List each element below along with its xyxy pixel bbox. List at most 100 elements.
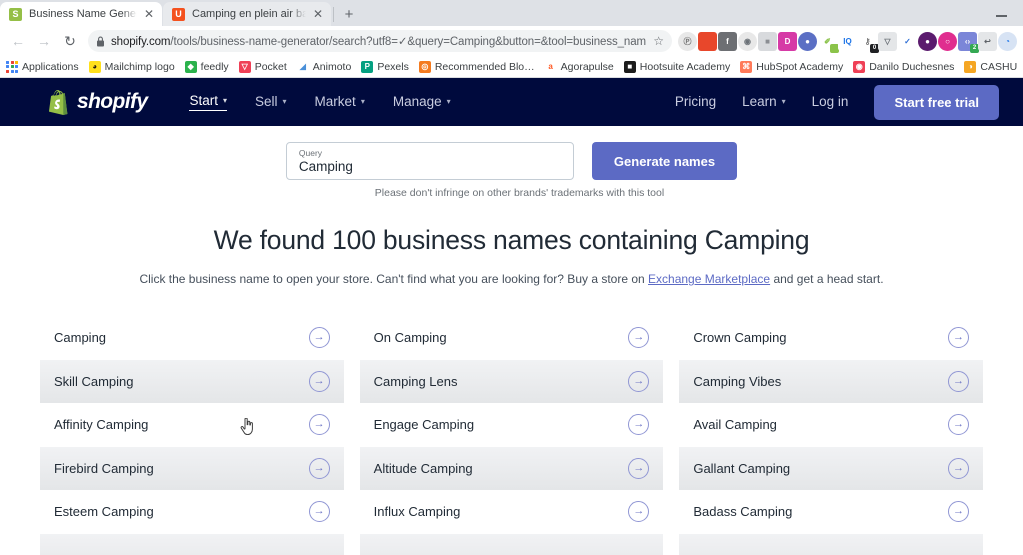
purple-extension[interactable]: ●: [918, 31, 937, 51]
pinterest-extension[interactable]: Ⓟ: [678, 31, 697, 51]
close-icon[interactable]: ✕: [144, 8, 154, 20]
business-name-row[interactable]: Gallant Camping →: [679, 446, 983, 490]
business-name-row-partial[interactable]: [359, 533, 664, 555]
bookmark-label: Danilo Duchesnes: [869, 60, 955, 73]
arrow-right-icon[interactable]: →: [308, 414, 330, 436]
bookmark-label: Recommended Blo…: [434, 60, 535, 73]
hootsuite-icon: ■: [623, 60, 636, 73]
arrow-right-icon[interactable]: →: [947, 370, 969, 392]
bookmark-item[interactable]: ◑ CASHU: [964, 60, 1017, 73]
business-name-row[interactable]: Badass Camping →: [679, 490, 983, 534]
bookmarks-bar: Applications ◕ Mailchimp logo ◆ feedly ▽ Pocke…: [0, 56, 1023, 78]
tab-title: Camping en plein air batterie de: [192, 8, 306, 20]
iq-extension[interactable]: IQ: [838, 31, 857, 51]
nav-item-learn[interactable]: Learn ▾: [742, 94, 786, 111]
start-free-trial-button[interactable]: Start free trial: [874, 84, 999, 120]
arrow-right-icon[interactable]: →: [308, 327, 330, 349]
facebook-extension[interactable]: f: [718, 31, 737, 51]
search-blue-extension[interactable]: ◔: [998, 31, 1017, 51]
nav-item-manage[interactable]: Manage ▾: [393, 94, 451, 111]
generate-names-button[interactable]: Generate names: [591, 142, 738, 180]
business-name-row-partial[interactable]: [40, 533, 344, 555]
business-name-row[interactable]: Firebird Camping →: [40, 446, 344, 490]
circle-extension[interactable]: ◉: [738, 31, 757, 51]
code-extension[interactable]: ‹› 2: [958, 31, 979, 53]
minimize-button[interactable]: [979, 0, 1023, 26]
nav-link-label: Manage: [392, 93, 442, 109]
nav-link-label: Market: [314, 93, 356, 109]
nav-item-market[interactable]: Market ▾: [315, 94, 365, 111]
exchange-marketplace-link[interactable]: Exchange Marketplace: [648, 272, 770, 286]
forward-button[interactable]: →: [32, 29, 56, 53]
business-name-row[interactable]: Affinity Camping →: [40, 403, 344, 447]
business-name-row[interactable]: Altitude Camping →: [359, 446, 664, 490]
close-icon[interactable]: ✕: [313, 8, 323, 20]
avatar-extension[interactable]: ●: [798, 31, 817, 51]
arrow-right-icon[interactable]: →: [628, 370, 650, 392]
arrow-right-icon[interactable]: →: [947, 501, 969, 523]
arrow-right-icon[interactable]: →: [947, 457, 969, 479]
check-extension[interactable]: ✓: [898, 31, 917, 51]
bookmark-item[interactable]: P Pexels: [361, 60, 409, 73]
arrow-right-icon[interactable]: →: [308, 501, 330, 523]
business-name-row-partial[interactable]: [679, 533, 983, 555]
query-input[interactable]: Query Camping: [285, 142, 574, 180]
back-arrow-extension[interactable]: ↩: [978, 31, 997, 51]
business-name-row[interactable]: Influx Camping →: [360, 490, 664, 534]
business-name-row[interactable]: Engage Camping →: [360, 403, 664, 447]
new-tab-button[interactable]: +: [336, 2, 362, 26]
extensions-row: Ⓟf ◉ ■ D ● ✐ IQ ⚷ 0 ▽ ✓ ● ○ ‹› 2 ↩ ◔: [678, 31, 1017, 53]
bookmark-item[interactable]: ■ Hootsuite Academy: [623, 60, 730, 73]
nav-item-pricing[interactable]: Pricing: [675, 94, 716, 111]
bookmark-item[interactable]: ▽ Pocket: [238, 60, 287, 73]
arrow-right-icon[interactable]: →: [947, 414, 969, 436]
arrow-right-icon[interactable]: →: [947, 327, 969, 349]
arrow-right-icon[interactable]: →: [628, 457, 650, 479]
pink-extension[interactable]: ○: [938, 31, 957, 51]
reload-button[interactable]: ↻: [58, 29, 82, 53]
business-name-row[interactable]: On Camping →: [360, 316, 664, 360]
lock-icon: [97, 36, 104, 46]
business-name-row[interactable]: Esteem Camping →: [40, 490, 344, 534]
link-extension[interactable]: ⚷ 0: [858, 31, 879, 53]
back-button[interactable]: ←: [6, 29, 30, 53]
bookmark-item[interactable]: ◕ Mailchimp logo: [88, 60, 175, 73]
shopify-logo[interactable]: shopify: [48, 89, 148, 115]
bookmark-item[interactable]: ⌘ HubSpot Academy: [740, 60, 843, 73]
bookmark-item[interactable]: ◢ Animoto: [296, 60, 351, 73]
nav-item-start[interactable]: Start ▾: [189, 93, 228, 111]
arrow-right-icon[interactable]: →: [628, 414, 650, 436]
bookmark-item[interactable]: Applications: [6, 60, 79, 73]
business-name-row[interactable]: Crown Camping →: [679, 316, 983, 360]
gray-extension[interactable]: ■: [758, 31, 777, 51]
browser-tab-active[interactable]: S Business Name Generator - Free ✕: [0, 2, 162, 26]
primary-nav: Start ▾ Sell ▾ Market ▾ Manage ▾: [189, 93, 674, 111]
bookmark-star-icon[interactable]: ☆: [653, 34, 664, 48]
red-square-extension[interactable]: [698, 31, 717, 51]
address-bar[interactable]: shopify.com/tools/business-name-generato…: [88, 30, 672, 52]
bookmark-item[interactable]: ◆ feedly: [184, 60, 229, 73]
pocket-icon: ▽: [238, 60, 251, 73]
nav-item-sell[interactable]: Sell ▾: [255, 94, 287, 111]
arrow-right-icon[interactable]: →: [628, 501, 650, 523]
agorapulse-icon: a: [544, 60, 557, 73]
business-name-row[interactable]: Camping Vibes →: [679, 359, 983, 403]
bookmark-item[interactable]: ◎ Recommended Blo…: [418, 60, 535, 73]
arrow-right-icon[interactable]: →: [628, 327, 650, 349]
bookmark-item[interactable]: a Agorapulse: [544, 60, 614, 73]
business-name-row[interactable]: Skill Camping →: [40, 359, 344, 403]
business-name-row[interactable]: Camping →: [40, 316, 344, 360]
arrow-right-icon[interactable]: →: [308, 457, 330, 479]
d-extension[interactable]: D: [778, 31, 797, 51]
cashu-icon: ◑: [964, 60, 977, 73]
eyedropper-extension[interactable]: ✐: [818, 31, 839, 53]
browser-tab-inactive[interactable]: U Camping en plein air batterie de ✕: [163, 2, 331, 26]
animoto-icon: ◢: [296, 60, 309, 73]
bookmark-label: Applications: [22, 60, 79, 73]
business-name-row[interactable]: Camping Lens →: [359, 359, 664, 403]
nav-item-log-in[interactable]: Log in: [812, 94, 849, 111]
arrow-right-icon[interactable]: →: [308, 370, 330, 392]
bookmark-item[interactable]: ◉ Danilo Duchesnes: [853, 60, 955, 73]
business-name-row[interactable]: Avail Camping →: [679, 403, 983, 447]
pocket-extension[interactable]: ▽: [878, 31, 897, 51]
